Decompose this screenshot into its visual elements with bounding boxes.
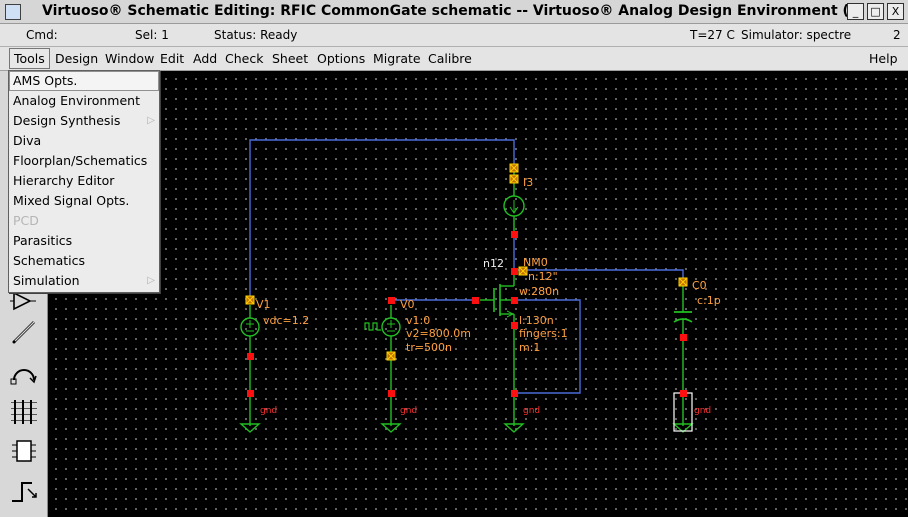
- pins: [247, 231, 687, 397]
- menu-edit[interactable]: Edit: [160, 51, 184, 66]
- menu-item-floorplan-schematics[interactable]: Floorplan/Schematics: [9, 151, 159, 171]
- menu-item-mixed-signal-opts[interactable]: Mixed Signal Opts.: [9, 191, 159, 211]
- nm0-nf-label: n:12": [528, 270, 558, 283]
- menu-window[interactable]: Window: [105, 51, 154, 66]
- c0-name-label: C0: [692, 279, 707, 292]
- nm0-name-label: NM0: [523, 256, 548, 269]
- v1-gnd-label: gnd: [260, 406, 277, 416]
- window-number: 2: [893, 28, 901, 42]
- submenu-arrow-icon: ▷: [147, 115, 155, 126]
- pin-step-icon[interactable]: [6, 473, 42, 509]
- menu-item-parasitics[interactable]: Parasitics: [9, 231, 159, 251]
- nm0-transistor[interactable]: [480, 272, 525, 433]
- v1-source[interactable]: [239, 305, 261, 433]
- menu-calibre[interactable]: Calibre: [428, 51, 472, 66]
- c0-gnd-label: gnd: [694, 406, 711, 416]
- v0-tr-label: tr=500n: [406, 341, 452, 354]
- v0-gnd-label: gnd: [400, 406, 417, 416]
- temperature: T=27 C: [690, 28, 735, 42]
- v0-name-label: V0: [400, 298, 415, 311]
- menu-item-analog-environment[interactable]: Analog Environment: [9, 91, 159, 111]
- nm0-m-label: m:1: [519, 341, 540, 354]
- schematic-canvas[interactable]: V1 vdc=1.2 gnd V0 v1:0 v2=800.0m tr=500n…: [48, 71, 908, 517]
- wires: [249, 139, 684, 394]
- status-bar: Cmd: Sel: 1 Status: Ready T=27 C Simulat…: [0, 24, 908, 47]
- menu-add[interactable]: Add: [193, 51, 217, 66]
- app-icon: [5, 4, 21, 20]
- menu-item-design-synthesis[interactable]: Design Synthesis ▷: [9, 111, 159, 131]
- selection-count: Sel: 1: [135, 28, 169, 42]
- title-bar: Virtuoso® Schematic Editing: RFIC Common…: [0, 0, 908, 24]
- menu-sheet[interactable]: Sheet: [272, 51, 308, 66]
- nm0-fingers-label: fingers:1: [519, 327, 568, 340]
- i3-name-label: I3: [523, 176, 533, 189]
- grid-dots-icon[interactable]: [6, 394, 42, 430]
- v0-v2-label: v2=800.0m: [406, 327, 471, 340]
- close-button[interactable]: X: [887, 3, 904, 20]
- symbol-pins-icon[interactable]: [6, 433, 42, 469]
- nm0-w-label: w:280n: [519, 285, 559, 298]
- window-title: Virtuoso® Schematic Editing: RFIC Common…: [42, 3, 866, 19]
- nm0-l-label: l:130n: [519, 314, 554, 327]
- menu-tools[interactable]: Tools: [9, 48, 50, 69]
- v1-name-label: V1: [256, 298, 271, 311]
- c0-value-label: c:1p: [697, 294, 721, 307]
- menu-bar: Tools Design Window Edit Add Check Sheet…: [0, 47, 908, 71]
- menu-item-simulation[interactable]: Simulation ▷: [9, 271, 159, 291]
- undo-arc-icon[interactable]: [6, 354, 42, 390]
- submenu-arrow-icon: ▷: [147, 275, 155, 286]
- c0-capacitor[interactable]: [672, 286, 694, 433]
- v0-source[interactable]: [364, 305, 402, 433]
- status-text: Status: Ready: [214, 28, 298, 42]
- simulator: Simulator: spectre: [741, 28, 852, 42]
- menu-check[interactable]: Check: [225, 51, 263, 66]
- cmd-label: Cmd:: [26, 28, 58, 42]
- menu-item-pcd: PCD: [13, 213, 39, 228]
- menu-item-schematics[interactable]: Schematics: [9, 251, 159, 271]
- v0-v1-label: v1:0: [406, 314, 430, 327]
- tools-dropdown-menu: AMS Opts. Analog Environment Design Synt…: [8, 70, 160, 293]
- v1-param-label: vdc=1.2: [263, 314, 309, 327]
- menu-design[interactable]: Design: [55, 51, 98, 66]
- nm0-gnd-label: gnd: [523, 406, 540, 416]
- net-n12-label: n12: [483, 257, 504, 270]
- menu-help[interactable]: Help: [869, 51, 898, 66]
- maximize-button[interactable]: □: [867, 3, 884, 20]
- menu-item-ams-opts[interactable]: AMS Opts.: [9, 71, 159, 91]
- menu-item-hierarchy-editor[interactable]: Hierarchy Editor: [9, 171, 159, 191]
- menu-options[interactable]: Options: [317, 51, 365, 66]
- menu-item-diva[interactable]: Diva: [9, 131, 159, 151]
- wire-pen-icon[interactable]: [6, 314, 42, 350]
- minimize-button[interactable]: _: [847, 3, 864, 20]
- menu-migrate[interactable]: Migrate: [373, 51, 421, 66]
